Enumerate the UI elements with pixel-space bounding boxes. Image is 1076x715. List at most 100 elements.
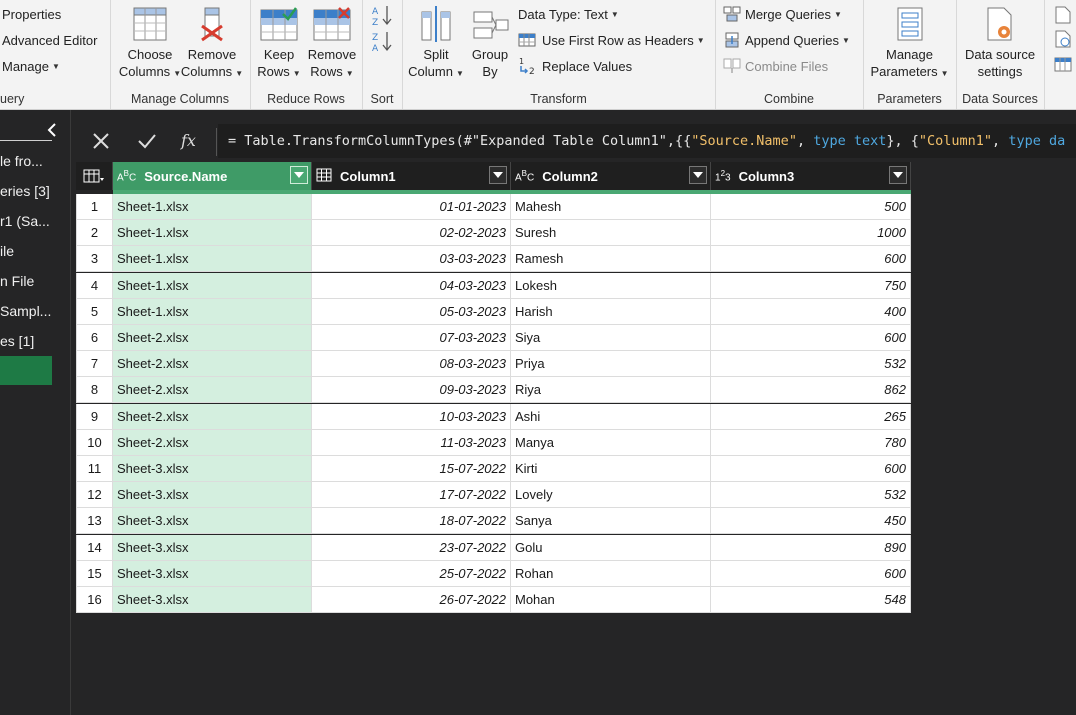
column-header-column3[interactable]: 123 Column3: [711, 162, 911, 190]
column1-cell[interactable]: 25-07-2022: [312, 560, 511, 587]
new-source-icon[interactable]: [1054, 6, 1072, 24]
column1-cell[interactable]: 05-03-2023: [312, 298, 511, 325]
insert-function-button[interactable]: fx: [170, 120, 212, 162]
column3-cell[interactable]: 548: [711, 587, 911, 613]
column-header-column1[interactable]: Column1: [312, 162, 511, 190]
source-name-cell[interactable]: Sheet-3.xlsx: [113, 534, 312, 561]
column3-cell[interactable]: 532: [711, 482, 911, 509]
query-item[interactable]: le fro...: [0, 153, 43, 169]
query-folder[interactable]: es [1]: [0, 333, 34, 349]
column2-cell[interactable]: Mahesh: [511, 194, 711, 220]
row-number[interactable]: 3: [76, 246, 113, 273]
row-number[interactable]: 14: [76, 534, 113, 561]
column3-cell[interactable]: 450: [711, 508, 911, 535]
column2-cell[interactable]: Rohan: [511, 560, 711, 587]
column-filter-button[interactable]: [689, 166, 707, 184]
column2-cell[interactable]: Ramesh: [511, 246, 711, 273]
column3-cell[interactable]: 400: [711, 298, 911, 325]
commit-formula-button[interactable]: [126, 120, 168, 162]
source-name-cell[interactable]: Sheet-1.xlsx: [113, 220, 312, 247]
column1-cell[interactable]: 17-07-2022: [312, 482, 511, 509]
group-by-button[interactable]: Group By: [466, 6, 514, 80]
row-number[interactable]: 5: [76, 298, 113, 325]
column1-cell[interactable]: 04-03-2023: [312, 272, 511, 299]
column1-cell[interactable]: 10-03-2023: [312, 403, 511, 430]
column2-cell[interactable]: Lokesh: [511, 272, 711, 299]
column2-cell[interactable]: Suresh: [511, 220, 711, 247]
row-number[interactable]: 9: [76, 403, 113, 430]
source-name-cell[interactable]: Sheet-1.xlsx: [113, 272, 312, 299]
row-number[interactable]: 12: [76, 482, 113, 509]
source-name-cell[interactable]: Sheet-2.xlsx: [113, 351, 312, 378]
column-header-column2[interactable]: ABC Column2: [511, 162, 711, 190]
row-number[interactable]: 13: [76, 508, 113, 535]
column-filter-button[interactable]: [489, 166, 507, 184]
column1-cell[interactable]: 03-03-2023: [312, 246, 511, 273]
collapse-pane-button[interactable]: [44, 122, 64, 142]
append-queries-button[interactable]: Append Queries ▼: [723, 30, 850, 50]
cancel-formula-button[interactable]: [80, 120, 122, 162]
row-number[interactable]: 15: [76, 560, 113, 587]
enter-data-icon[interactable]: [1054, 56, 1072, 74]
sort-descending-button[interactable]: ZA: [372, 30, 392, 57]
column1-cell[interactable]: 15-07-2022: [312, 456, 511, 482]
query-item[interactable]: n File: [0, 273, 34, 289]
column3-cell[interactable]: 890: [711, 534, 911, 561]
sort-ascending-button[interactable]: AZ: [372, 4, 392, 31]
table-menu-header[interactable]: [76, 162, 113, 190]
column1-cell[interactable]: 09-03-2023: [312, 377, 511, 404]
text-type-icon[interactable]: ABC: [515, 169, 534, 184]
table-type-icon[interactable]: [316, 168, 332, 185]
row-number[interactable]: 6: [76, 325, 113, 351]
manage-button[interactable]: Manage ▼: [2, 56, 60, 76]
column3-cell[interactable]: 600: [711, 560, 911, 587]
row-number[interactable]: 1: [76, 194, 113, 220]
source-name-cell[interactable]: Sheet-1.xlsx: [113, 246, 312, 273]
column3-cell[interactable]: 532: [711, 351, 911, 378]
column2-cell[interactable]: Lovely: [511, 482, 711, 509]
keep-rows-button[interactable]: Keep Rows ▼: [254, 6, 304, 82]
row-number[interactable]: 7: [76, 351, 113, 378]
column2-cell[interactable]: Manya: [511, 429, 711, 456]
column2-cell[interactable]: Golu: [511, 534, 711, 561]
column3-cell[interactable]: 1000: [711, 220, 911, 247]
column2-cell[interactable]: Priya: [511, 351, 711, 378]
column-filter-button[interactable]: [290, 166, 308, 184]
merge-queries-button[interactable]: Merge Queries ▼: [723, 4, 842, 24]
column-filter-button[interactable]: [889, 166, 907, 184]
column3-cell[interactable]: 600: [711, 246, 911, 273]
choose-columns-button[interactable]: Choose Columns ▼: [116, 6, 184, 82]
column2-cell[interactable]: Siya: [511, 325, 711, 351]
use-first-row-headers-button[interactable]: Use First Row as Headers ▼: [518, 30, 705, 50]
manage-parameters-button[interactable]: Manage Parameters ▼: [865, 6, 954, 82]
column2-cell[interactable]: Ashi: [511, 403, 711, 430]
recent-sources-icon[interactable]: [1054, 30, 1072, 48]
column2-cell[interactable]: Kirti: [511, 456, 711, 482]
column1-cell[interactable]: 02-02-2023: [312, 220, 511, 247]
column3-cell[interactable]: 600: [711, 325, 911, 351]
source-name-cell[interactable]: Sheet-3.xlsx: [113, 508, 312, 535]
query-item[interactable]: Sampl...: [0, 303, 51, 319]
column3-cell[interactable]: 862: [711, 377, 911, 404]
remove-columns-button[interactable]: Remove Columns ▼: [180, 6, 244, 82]
source-name-cell[interactable]: Sheet-2.xlsx: [113, 403, 312, 430]
data-source-settings-button[interactable]: Data source settings: [958, 6, 1042, 80]
source-name-cell[interactable]: Sheet-1.xlsx: [113, 194, 312, 220]
column-header-source-name[interactable]: ABC Source.Name: [113, 162, 312, 190]
column1-cell[interactable]: 26-07-2022: [312, 587, 511, 613]
column1-cell[interactable]: 01-01-2023: [312, 194, 511, 220]
column1-cell[interactable]: 08-03-2023: [312, 351, 511, 378]
column1-cell[interactable]: 18-07-2022: [312, 508, 511, 535]
source-name-cell[interactable]: Sheet-2.xlsx: [113, 377, 312, 404]
source-name-cell[interactable]: Sheet-3.xlsx: [113, 560, 312, 587]
advanced-editor-button[interactable]: Advanced Editor: [2, 30, 97, 50]
column1-cell[interactable]: 07-03-2023: [312, 325, 511, 351]
selected-query-item[interactable]: [0, 356, 52, 385]
source-name-cell[interactable]: Sheet-1.xlsx: [113, 298, 312, 325]
column1-cell[interactable]: 11-03-2023: [312, 429, 511, 456]
column2-cell[interactable]: Sanya: [511, 508, 711, 535]
row-number[interactable]: 16: [76, 587, 113, 613]
replace-values-button[interactable]: 12 Replace Values: [518, 56, 632, 76]
column1-cell[interactable]: 23-07-2022: [312, 534, 511, 561]
properties-button[interactable]: Properties: [2, 4, 61, 24]
